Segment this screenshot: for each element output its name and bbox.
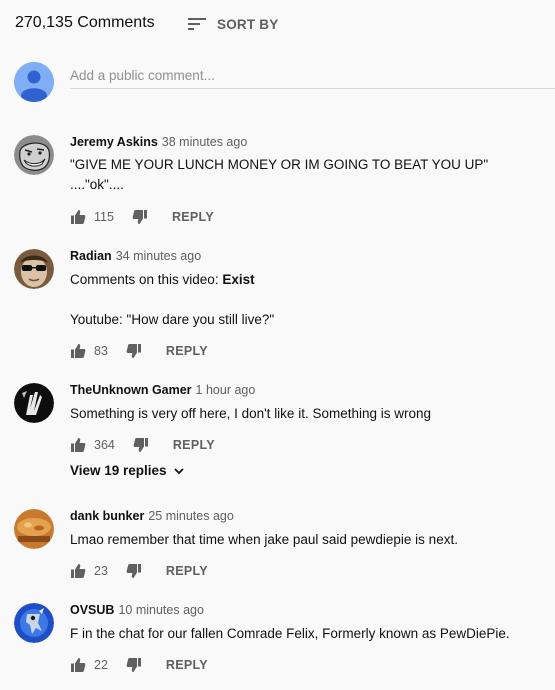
comment-time[interactable]: 10 minutes ago [118,603,203,617]
comment-actions: 23 REPLY [70,561,208,581]
avatar[interactable] [14,603,54,643]
comment-actions: 364 REPLY [70,435,215,455]
comment-text: F in the chat for our fallen Comrade Fel… [70,624,510,644]
thumbs-up-icon[interactable] [70,563,86,579]
trollface-avatar-icon [14,135,54,175]
like-count: 22 [94,658,108,672]
sort-icon [188,18,206,30]
comment-author[interactable]: Radian [70,249,112,263]
comment-header: Jeremy Askins 38 minutes ago [70,135,247,151]
thumbs-up-icon[interactable] [70,437,86,453]
reply-button[interactable]: REPLY [172,210,214,224]
reply-button[interactable]: REPLY [166,564,208,578]
default-user-icon [14,62,54,102]
thumbs-up-icon[interactable] [70,209,86,225]
avatar[interactable] [14,383,54,423]
comment-line: ...."ok".... [70,177,124,192]
comment-author[interactable]: dank bunker [70,509,144,523]
like-count: 23 [94,564,108,578]
view-replies-label: View 19 replies [70,463,167,478]
avatar[interactable] [14,135,54,175]
view-replies-button[interactable]: View 19 replies [70,463,185,478]
reply-button[interactable]: REPLY [173,438,215,452]
comment-input[interactable] [70,62,555,89]
comment-time[interactable]: 25 minutes ago [148,509,233,523]
dark-logo-avatar-icon [14,383,54,423]
comment-actions: 83 REPLY [70,341,208,361]
like-count: 115 [94,210,114,224]
food-avatar-icon [14,509,54,549]
thumbs-down-icon[interactable] [133,437,149,453]
comment-time[interactable]: 1 hour ago [196,383,256,397]
comment-composer [14,62,555,104]
comment-text: "GIVE ME YOUR LUNCH MONEY OR IM GOING TO… [70,155,488,195]
reply-button[interactable]: REPLY [166,344,208,358]
avatar[interactable] [14,509,54,549]
like-count: 364 [94,438,115,452]
chevron-down-icon [173,467,184,474]
comment-header: OVSUB 10 minutes ago [70,603,204,619]
comment-line: Something is very off here, I don't like… [70,406,432,421]
thumbs-up-icon[interactable] [70,343,86,359]
reply-button[interactable]: REPLY [166,658,208,672]
comment-count: 270,135 Comments [15,14,155,31]
comment-line: Comments on this video: Exist [70,270,274,290]
comment-text-bold: Exist [222,272,255,287]
comments-header: 270,135 Comments SORT BY [0,0,555,48]
avatar[interactable] [14,249,54,289]
comment-author[interactable]: TheUnknown Gamer [70,383,192,397]
user-avatar [14,62,54,102]
sunglasses-face-avatar-icon [14,249,54,289]
like-count: 83 [94,344,108,358]
thumbs-up-icon[interactable] [70,657,86,673]
thumbs-down-icon[interactable] [132,209,148,225]
comment-header: TheUnknown Gamer 1 hour ago [70,383,255,399]
blue-character-avatar-icon [14,603,54,643]
sort-by-button[interactable]: SORT BY [188,13,278,35]
comment-actions: 115 REPLY [70,207,214,227]
thumbs-down-icon[interactable] [126,657,142,673]
comment-blank-line [70,290,274,310]
sort-by-label: SORT BY [217,16,279,32]
comment-header: Radian 34 minutes ago [70,249,201,265]
comment-text: Something is very off here, I don't like… [70,404,431,424]
comment-time[interactable]: 34 minutes ago [116,249,201,263]
comment-author[interactable]: OVSUB [70,603,114,617]
comment-time[interactable]: 38 minutes ago [162,135,247,149]
comment-header: dank bunker 25 minutes ago [70,509,234,525]
comment-text: Lmao remember that time when jake paul s… [70,530,458,550]
comment-actions: 22 REPLY [70,655,208,675]
comment-text: Comments on this video: Exist Youtube: "… [70,270,274,330]
comment-line: Lmao remember that time when jake paul s… [70,532,458,547]
thumbs-down-icon[interactable] [126,343,142,359]
comment-author[interactable]: Jeremy Askins [70,135,158,149]
thumbs-down-icon[interactable] [126,563,142,579]
comment-text-prefix: Comments on this video: [70,272,223,287]
comment-line: "GIVE ME YOUR LUNCH MONEY OR IM GOING TO… [70,157,489,172]
comment-line: F in the chat for our fallen Comrade Fel… [70,626,510,641]
comment-line: Youtube: "How dare you still live?" [70,312,275,327]
